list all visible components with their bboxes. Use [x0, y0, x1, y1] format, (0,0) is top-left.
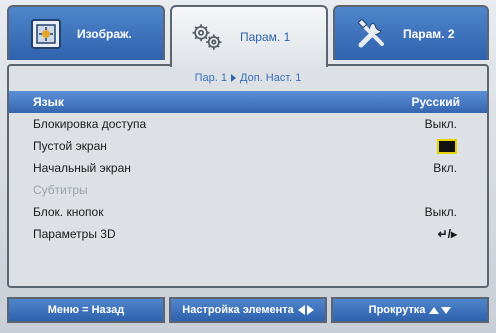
- breadcrumb-part-2: Доп. Наст. 1: [240, 72, 302, 84]
- menu-back-hint: Меню = Назад: [7, 297, 165, 323]
- menu-item-value: Вкл.: [433, 161, 457, 175]
- menu-item-splash-screen[interactable]: Начальный экран Вкл.: [9, 157, 487, 179]
- menu-item-value: Выкл.: [424, 117, 457, 131]
- hint-label: Настройка элемента: [182, 304, 294, 316]
- scroll-hint: Прокрутка: [331, 297, 489, 323]
- menu-item-3d-settings[interactable]: Параметры 3D ↵/▸: [9, 223, 487, 245]
- enter-submenu-icon: ↵/▸: [437, 227, 457, 241]
- menu-item-label: Пустой экран: [33, 139, 107, 153]
- gears-icon: [190, 20, 224, 54]
- tab-label: Изображ.: [77, 26, 132, 41]
- osd-window: Изображ. Парам. 1 Парам. 2 Пар. 1 Доп. Н…: [0, 0, 496, 333]
- blank-screen-color-swatch: [437, 139, 457, 154]
- hint-label: Прокрутка: [368, 304, 426, 316]
- help-bar: Меню = Назад Настройка элемента Прокрутк…: [7, 297, 489, 323]
- image-adjust-icon: [29, 17, 63, 51]
- down-arrow-icon: [441, 306, 452, 314]
- tab-param-1[interactable]: Парам. 1: [170, 5, 328, 67]
- breadcrumb-arrow-icon: [231, 74, 236, 83]
- breadcrumb-part-1: Пар. 1: [194, 72, 227, 84]
- left-arrow-icon: [297, 305, 305, 315]
- menu-item-blank-screen[interactable]: Пустой экран: [9, 135, 487, 157]
- tools-icon: [355, 17, 389, 51]
- menu-item-subtitles: Субтитры: [9, 179, 487, 201]
- settings-panel: Пар. 1 Доп. Наст. 1 Язык Русский Блокиров…: [7, 64, 489, 288]
- adjust-item-hint: Настройка элемента: [169, 297, 327, 323]
- tab-param-2[interactable]: Парам. 2: [333, 5, 489, 60]
- menu-list: Язык Русский Блокировка доступа Выкл. Пу…: [9, 91, 487, 245]
- menu-item-label: Параметры 3D: [33, 227, 116, 241]
- menu-item-label: Язык: [33, 95, 64, 109]
- tab-label: Парам. 2: [403, 26, 455, 41]
- menu-item-label: Блокировка доступа: [33, 117, 147, 131]
- menu-item-value: Русский: [411, 95, 461, 109]
- menu-item-security-lock[interactable]: Блокировка доступа Выкл.: [9, 113, 487, 135]
- up-arrow-icon: [429, 306, 440, 314]
- hint-label: Меню = Назад: [47, 304, 125, 316]
- right-arrow-icon: [306, 305, 314, 315]
- menu-item-label: Субтитры: [33, 183, 88, 197]
- menu-item-value: Выкл.: [424, 205, 457, 219]
- breadcrumb: Пар. 1 Доп. Наст. 1: [9, 72, 487, 90]
- menu-item-label: Начальный экран: [33, 161, 131, 175]
- menu-item-label: Блок. кнопок: [33, 205, 104, 219]
- tab-label: Парам. 1: [240, 30, 291, 44]
- tab-image[interactable]: Изображ.: [7, 5, 165, 60]
- menu-item-language[interactable]: Язык Русский: [9, 91, 487, 113]
- menu-item-keypad-lock[interactable]: Блок. кнопок Выкл.: [9, 201, 487, 223]
